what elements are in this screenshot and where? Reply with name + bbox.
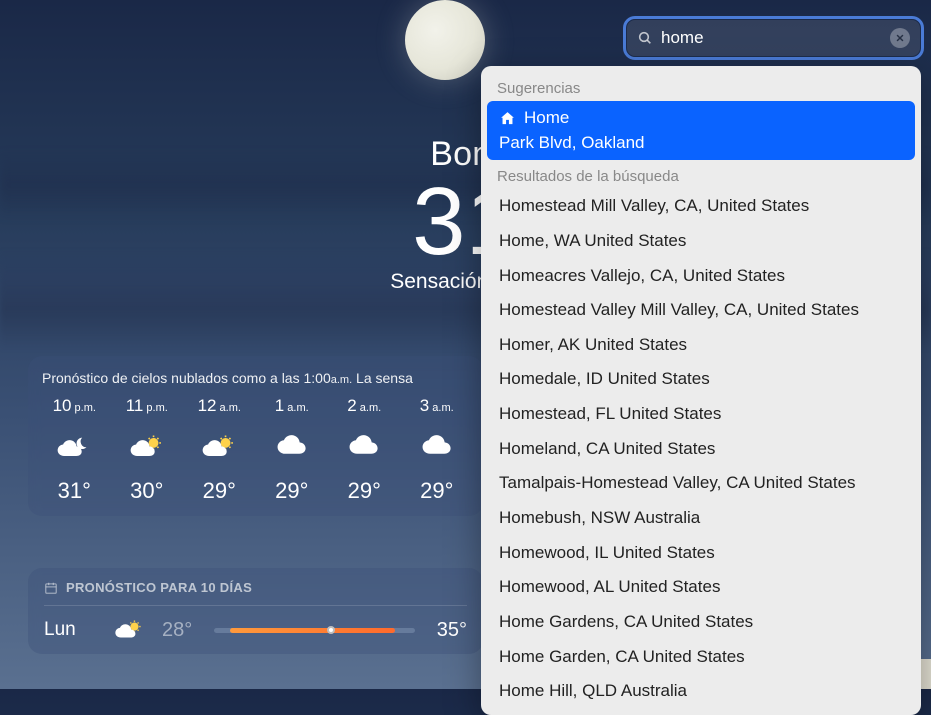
hour-time: 11 p.m.: [126, 396, 168, 416]
home-icon: [499, 110, 516, 127]
search-result-item[interactable]: Home Gardens, CA United States: [487, 605, 915, 640]
ten-day-header-label: PRONÓSTICO PARA 10 DÍAS: [66, 580, 252, 595]
search-result-item[interactable]: Home, WA United States: [487, 224, 915, 259]
hourly-column[interactable]: 12 a.m. 29°: [187, 396, 252, 504]
hour-time: 1 a.m.: [275, 396, 309, 416]
search-result-item[interactable]: Homer, AK United States: [487, 328, 915, 363]
search-result-item[interactable]: Homewood, IL United States: [487, 536, 915, 571]
moon-graphic: [405, 0, 485, 80]
hour-temperature: 29°: [203, 478, 236, 504]
search-result-item[interactable]: Homestead Valley Mill Valley, CA, United…: [487, 293, 915, 328]
cloud-icon: [346, 434, 382, 460]
search-field-wrapper[interactable]: [627, 20, 920, 56]
search-input[interactable]: [661, 28, 882, 48]
search-result-item[interactable]: Homestead, FL United States: [487, 397, 915, 432]
hourly-column[interactable]: 11 p.m. 30°: [115, 396, 180, 504]
suggestion-label: Home: [524, 106, 569, 131]
clear-search-button[interactable]: [890, 28, 910, 48]
day-name: Lun: [44, 619, 96, 641]
hourly-column[interactable]: 10 p.m. 31°: [42, 396, 107, 504]
sun-cloud-icon: [201, 434, 237, 460]
temp-range-bar: [214, 628, 415, 633]
hour-temperature: 31°: [58, 478, 91, 504]
calendar-icon: [44, 581, 58, 595]
hour-time: 2 a.m.: [347, 396, 381, 416]
search-result-item[interactable]: Homebush, NSW Australia: [487, 501, 915, 536]
hour-temperature: 29°: [275, 478, 308, 504]
ten-day-list: Lun 28° 35°: [44, 618, 467, 642]
day-low-temp: 28°: [162, 619, 192, 642]
day-high-temp: 35°: [437, 619, 467, 642]
moon-cloud-icon: [56, 434, 92, 460]
sun-cloud-icon: [114, 618, 144, 642]
hour-temperature: 29°: [420, 478, 453, 504]
search-result-item[interactable]: Homeland, CA United States: [487, 432, 915, 467]
hourly-forecast-card: Pronóstico de cielos nublados como a las…: [28, 356, 483, 516]
day-row[interactable]: Lun 28° 35°: [44, 618, 467, 642]
results-header: Resultados de la búsqueda: [487, 160, 915, 189]
hour-time: 10 p.m.: [53, 396, 96, 416]
ten-day-header: PRONÓSTICO PARA 10 DÍAS: [44, 580, 467, 606]
search-result-item[interactable]: Homestead Mill Valley, CA, United States: [487, 189, 915, 224]
search-result-item[interactable]: Home Hill, QLD Australia: [487, 674, 915, 709]
hourly-row: 10 p.m.31°11 p.m.30°12 a.m.29°1 a.m.29°2…: [42, 396, 469, 504]
suggestion-subtitle: Park Blvd, Oakland: [499, 131, 905, 156]
search-icon: [637, 30, 653, 46]
suggestions-header: Sugerencias: [487, 72, 915, 101]
suggestion-item[interactable]: HomePark Blvd, Oakland: [487, 101, 915, 160]
search-results-dropdown: Sugerencias HomePark Blvd, Oakland Resul…: [481, 66, 921, 715]
search-result-item[interactable]: Homedale, ID United States: [487, 362, 915, 397]
hourly-desc-ampm: a.m.: [331, 374, 352, 386]
search-result-item[interactable]: Homeacres Vallejo, CA, United States: [487, 259, 915, 294]
search-result-item[interactable]: Tamalpais-Homestead Valley, CA United St…: [487, 466, 915, 501]
hour-time: 3 a.m.: [420, 396, 454, 416]
hourly-desc-suffix: La sensa: [352, 370, 413, 386]
hourly-column[interactable]: 1 a.m. 29°: [260, 396, 325, 504]
search-result-item[interactable]: Homewood, AL United States: [487, 570, 915, 605]
hourly-column[interactable]: 2 a.m. 29°: [332, 396, 397, 504]
hour-temperature: 29°: [348, 478, 381, 504]
hourly-desc-text: Pronóstico de cielos nublados como a las…: [42, 370, 331, 386]
hour-time: 12 a.m.: [198, 396, 241, 416]
hourly-column[interactable]: 3 a.m. 29°: [405, 396, 470, 504]
sun-cloud-icon: [129, 434, 165, 460]
cloud-icon: [274, 434, 310, 460]
cloud-icon: [419, 434, 455, 460]
hour-temperature: 30°: [130, 478, 163, 504]
ten-day-forecast-card: PRONÓSTICO PARA 10 DÍAS Lun 28° 35°: [28, 568, 483, 654]
hourly-description: Pronóstico de cielos nublados como a las…: [42, 370, 469, 386]
close-icon: [895, 33, 905, 43]
search-result-item[interactable]: Home Garden, CA United States: [487, 640, 915, 675]
